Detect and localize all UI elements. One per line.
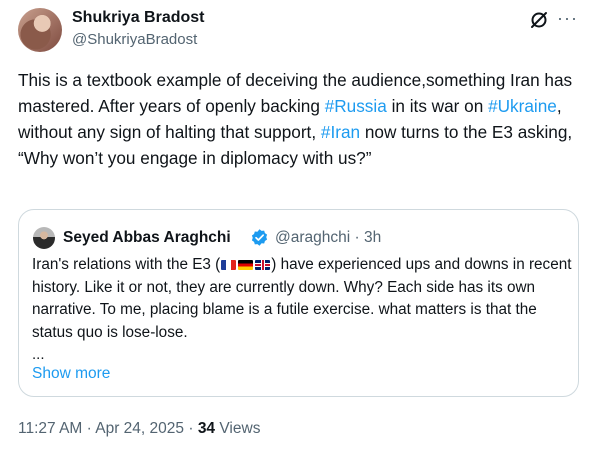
- quote-author-name[interactable]: Seyed Abbas Araghchi: [63, 229, 231, 247]
- quote-text: Iran's relations with the E3 () have exp…: [32, 254, 572, 344]
- views-label: Views: [219, 420, 261, 437]
- verified-badge-icon: [251, 229, 268, 246]
- quote-author-handle[interactable]: @araghchi: [275, 229, 350, 246]
- tweet-text-segment: in its war on: [386, 96, 489, 116]
- views-count: 34: [197, 420, 216, 437]
- hashtag-link[interactable]: #Iran: [321, 122, 360, 142]
- hashtag-link[interactable]: #Russia: [325, 96, 387, 116]
- quote-avatar[interactable]: [33, 227, 55, 249]
- timestamp[interactable]: 11:27 AM · Apr 24, 2025 ·: [18, 420, 194, 437]
- more-icon[interactable]: ···: [557, 8, 578, 29]
- avatar[interactable]: [18, 8, 62, 52]
- hashtag-link[interactable]: #Ukraine: [488, 96, 557, 116]
- quote-ellipsis: ...: [32, 346, 45, 363]
- tweet-meta: 11:27 AM · Apr 24, 2025 · 34 Views: [18, 420, 260, 438]
- quote-time[interactable]: · 3h: [355, 229, 382, 246]
- author-handle[interactable]: @ShukriyaBradost: [72, 31, 197, 48]
- germany-flag-icon: [238, 260, 254, 270]
- france-flag-icon: [221, 260, 237, 270]
- uk-flag-icon: [255, 260, 271, 270]
- show-more-link[interactable]: Show more: [32, 365, 110, 383]
- quoted-tweet[interactable]: Seyed Abbas Araghchi @araghchi · 3h Iran…: [18, 209, 579, 397]
- quote-text-before: Iran's relations with the E3 (: [32, 256, 221, 273]
- tweet-text: This is a textbook example of deceiving …: [18, 67, 588, 171]
- quote-handle-time[interactable]: @araghchi · 3h: [275, 229, 381, 247]
- author-name[interactable]: Shukriya Bradost: [72, 9, 204, 27]
- grok-icon[interactable]: [529, 10, 549, 30]
